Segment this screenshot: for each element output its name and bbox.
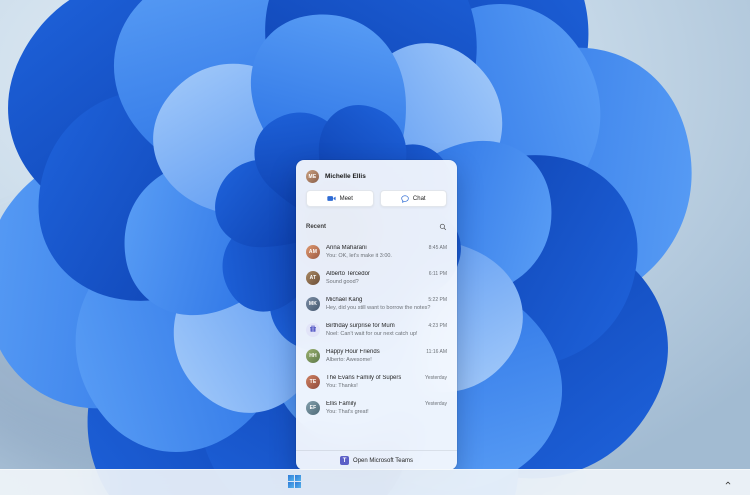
meet-button[interactable]: Meet xyxy=(306,190,374,207)
start-button[interactable] xyxy=(284,473,304,493)
user-avatar-initials: ME xyxy=(309,174,317,180)
recent-row: Recent xyxy=(296,216,457,238)
conversation-name: Happy Hour Friends xyxy=(326,349,380,355)
meet-button-label: Meet xyxy=(340,196,353,202)
windows-logo-icon xyxy=(288,475,301,491)
conversation-ellis-family[interactable]: EF Ellis Family Yesterday You: That's gr… xyxy=(298,395,455,421)
conversation-name: Birthday surprise for Mum xyxy=(326,323,395,329)
avatar: TE xyxy=(306,375,320,389)
conversation-list: AM Arina Maharani 8:45 AM You: OK, let's… xyxy=(296,238,457,450)
chat-bubble-icon xyxy=(401,195,409,203)
conversation-time: 5:22 PM xyxy=(428,297,447,303)
tray-chevron-button[interactable] xyxy=(718,473,738,493)
teams-logo: T xyxy=(340,456,349,465)
conversation-happy-hour-friends[interactable]: HH Happy Hour Friends 11:16 AM Alberto: … xyxy=(298,343,455,369)
camera-icon xyxy=(327,195,336,202)
user-avatar: ME xyxy=(306,170,319,183)
desktop: ME Michelle Ellis Meet Chat Recent xyxy=(0,0,750,495)
conversation-name: The Evans Family of Supers xyxy=(326,375,401,381)
chevron-up-icon xyxy=(723,476,733,491)
search-icon xyxy=(439,219,447,234)
chat-button-label: Chat xyxy=(413,196,426,202)
conversation-preview: You: That's great! xyxy=(326,409,447,415)
conversation-birthday-surprise-for-mum[interactable]: Birthday surprise for Mum 4:23 PM Noel: … xyxy=(298,317,455,343)
conversation-michael-kang[interactable]: MK Michael Kang 5:22 PM Hey, did you sti… xyxy=(298,291,455,317)
conversation-alberto-tercedor[interactable]: AT Alberto Tercedor 6:11 PM Sound good? xyxy=(298,265,455,291)
avatar xyxy=(306,323,320,337)
conversation-preview: You: Thanks! xyxy=(326,383,447,389)
conversation-time: 6:11 PM xyxy=(429,271,447,277)
flyout-header: ME Michelle Ellis xyxy=(296,160,457,190)
conversation-time: 11:16 AM xyxy=(426,349,447,355)
taskbar xyxy=(0,469,750,495)
avatar: AM xyxy=(306,245,320,259)
conversation-time: Yesterday xyxy=(425,401,447,407)
conversation-preview: You: OK, let's make it 3:00. xyxy=(326,253,447,259)
conversation-name: Ellis Family xyxy=(326,401,356,407)
search-button[interactable] xyxy=(439,219,447,234)
conversation-name: Alberto Tercedor xyxy=(326,271,370,277)
chat-button[interactable]: Chat xyxy=(380,190,448,207)
avatar: AT xyxy=(306,271,320,285)
teams-chat-flyout: ME Michelle Ellis Meet Chat Recent xyxy=(296,160,457,470)
conversation-name: Arina Maharani xyxy=(326,245,367,251)
conversation-the-evans-family-of-supers[interactable]: TE The Evans Family of Supers Yesterday … xyxy=(298,369,455,395)
user-name: Michelle Ellis xyxy=(325,173,366,180)
conversation-name: Michael Kang xyxy=(326,297,362,303)
conversation-time: 8:45 AM xyxy=(429,245,447,251)
conversation-preview: Hey, did you still want to borrow the no… xyxy=(326,305,447,311)
conversation-preview: Noel: Can't wait for our next catch up! xyxy=(326,331,447,337)
conversation-time: Yesterday xyxy=(425,375,447,381)
recent-label: Recent xyxy=(306,224,326,230)
open-teams-label: Open Microsoft Teams xyxy=(353,458,413,464)
conversation-preview: Sound good? xyxy=(326,279,447,285)
conversation-preview: Alberto: Awesome! xyxy=(326,357,447,363)
action-row: Meet Chat xyxy=(296,190,457,216)
conversation-time: 4:23 PM xyxy=(428,323,447,329)
avatar: HH xyxy=(306,349,320,363)
gift-icon xyxy=(309,325,317,335)
open-microsoft-teams-button[interactable]: T Open Microsoft Teams xyxy=(334,455,419,466)
avatar: MK xyxy=(306,297,320,311)
conversation-arina-maharani[interactable]: AM Arina Maharani 8:45 AM You: OK, let's… xyxy=(298,239,455,265)
avatar: EF xyxy=(306,401,320,415)
flyout-footer: T Open Microsoft Teams xyxy=(296,450,457,470)
